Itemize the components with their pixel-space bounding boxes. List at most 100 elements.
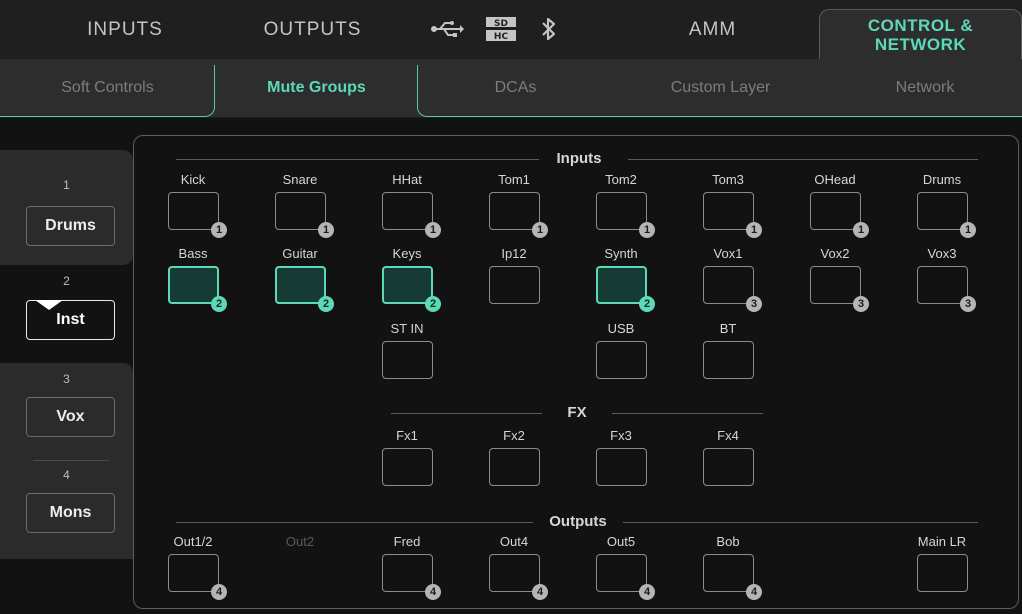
channel-label: Keys	[392, 246, 422, 261]
group-button-vox[interactable]: Vox	[26, 397, 115, 437]
mute-assign-button[interactable]	[168, 266, 219, 304]
mute-assign-button[interactable]	[596, 266, 647, 304]
channel-label: Tom1	[498, 172, 530, 187]
channel-out1-2: Out1/2 4	[143, 534, 243, 604]
mute-assign-button[interactable]	[382, 554, 433, 592]
group-badge: 4	[746, 584, 762, 600]
mute-assign-button[interactable]	[382, 448, 433, 486]
mute-assign-button[interactable]	[596, 448, 647, 486]
channel-ohead: OHead 1	[785, 172, 885, 242]
mute-assign-button[interactable]	[596, 192, 647, 230]
section-title-fx: FX	[567, 404, 587, 421]
mute-assign-button[interactable]	[489, 554, 540, 592]
tab-control-network[interactable]: CONTROL & NETWORK	[819, 9, 1022, 59]
group-badge: 1	[425, 222, 441, 238]
active-tab-underline-right	[428, 116, 1022, 117]
group-badge: 3	[960, 296, 976, 312]
channel-fred: Fred 4	[357, 534, 457, 604]
group-badge: 1	[853, 222, 869, 238]
channel-label: Vox3	[927, 246, 957, 261]
mute-assign-button[interactable]	[489, 266, 540, 304]
tab-inputs[interactable]: INPUTS	[20, 0, 230, 59]
group-badge: 1	[960, 222, 976, 238]
section-title-inputs: Inputs	[556, 150, 602, 167]
top-tab-bar: INPUTS OUTPUTS SD HC AMM CONTROL & NETWO…	[0, 0, 1022, 59]
channel-hhat: HHat 1	[357, 172, 457, 242]
group-badge: 2	[318, 296, 334, 312]
group-button-drums[interactable]: Drums	[26, 206, 115, 246]
mute-assign-button[interactable]	[703, 192, 754, 230]
channel-label: Fx4	[717, 428, 739, 443]
tab-amm[interactable]: AMM	[630, 0, 795, 59]
mute-assign-button[interactable]	[703, 554, 754, 592]
channel-label: Drums	[922, 172, 962, 187]
mute-assign-button[interactable]	[168, 192, 219, 230]
mute-assign-button[interactable]	[703, 341, 754, 379]
channel-label: HHat	[392, 172, 422, 187]
mute-assign-button[interactable]	[168, 554, 219, 592]
section-divider	[176, 522, 533, 523]
group-badge: 4	[425, 584, 441, 600]
mute-assign-button[interactable]	[703, 448, 754, 486]
section-divider	[623, 522, 978, 523]
channel-label: Tom3	[712, 172, 744, 187]
channel-label: Fx2	[503, 428, 525, 443]
mute-assign-button[interactable]	[275, 192, 326, 230]
channel-tom1: Tom1 1	[464, 172, 564, 242]
mute-assign-button[interactable]	[810, 266, 861, 304]
mute-assign-button[interactable]	[810, 192, 861, 230]
channel-bob: Bob 4	[678, 534, 778, 604]
group-badge: 4	[532, 584, 548, 600]
mute-assign-button[interactable]	[596, 554, 647, 592]
channel-label: Fx3	[610, 428, 632, 443]
tab-network[interactable]: Network	[828, 59, 1022, 117]
channel-bt: BT	[678, 321, 778, 391]
channel-label: BT	[719, 321, 737, 336]
group-divider	[33, 460, 109, 461]
tab-control-network-label: CONTROL & NETWORK	[867, 15, 974, 54]
tab-custom-layer[interactable]: Custom Layer	[613, 59, 828, 117]
channel-vox3: Vox3 3	[892, 246, 992, 316]
channel-label: Bob	[716, 534, 740, 549]
group-badge: 1	[746, 222, 762, 238]
channel-label: Out5	[606, 534, 636, 549]
section-divider	[391, 413, 542, 414]
section-divider	[176, 159, 539, 160]
mute-assign-button[interactable]	[489, 192, 540, 230]
mute-assign-button[interactable]	[917, 266, 968, 304]
sdhc-icon[interactable]: SD HC	[484, 14, 518, 48]
usb-icon[interactable]	[430, 21, 464, 41]
tab-soft-controls[interactable]: Soft Controls	[0, 59, 215, 117]
channel-label: Out4	[499, 534, 529, 549]
channel-bass: Bass 2	[143, 246, 243, 316]
mute-assign-button[interactable]	[917, 554, 968, 592]
mute-assign-button[interactable]	[596, 341, 647, 379]
bluetooth-icon[interactable]	[540, 16, 558, 46]
channel-guitar: Guitar 2	[250, 246, 350, 316]
group-button-inst[interactable]: Inst	[26, 300, 115, 340]
mute-assign-button[interactable]	[489, 448, 540, 486]
group-number: 1	[63, 178, 70, 192]
mute-assign-button[interactable]	[382, 341, 433, 379]
channel-st-in: ST IN	[357, 321, 457, 391]
channel-tom2: Tom2 1	[571, 172, 671, 242]
tab-dcas[interactable]: DCAs	[418, 59, 613, 117]
channel-kick: Kick 1	[143, 172, 243, 242]
channel-out4: Out4 4	[464, 534, 564, 604]
channel-label: Fred	[393, 534, 421, 549]
channel-label: USB	[607, 321, 635, 336]
tab-outputs[interactable]: OUTPUTS	[230, 0, 395, 59]
tab-mute-groups[interactable]: Mute Groups	[215, 59, 418, 117]
mute-assign-button[interactable]	[275, 266, 326, 304]
mute-assign-button[interactable]	[382, 266, 433, 304]
mute-assign-button[interactable]	[382, 192, 433, 230]
channel-label: Ip12	[501, 246, 527, 261]
group-number: 4	[63, 468, 70, 482]
group-button-mons[interactable]: Mons	[26, 493, 115, 533]
channel-label: Synth	[604, 246, 638, 261]
mute-assign-button[interactable]	[917, 192, 968, 230]
channel-label: Vox1	[713, 246, 743, 261]
svg-text:SD: SD	[494, 19, 508, 29]
subbar-divider	[0, 117, 1022, 118]
mute-assign-button[interactable]	[703, 266, 754, 304]
